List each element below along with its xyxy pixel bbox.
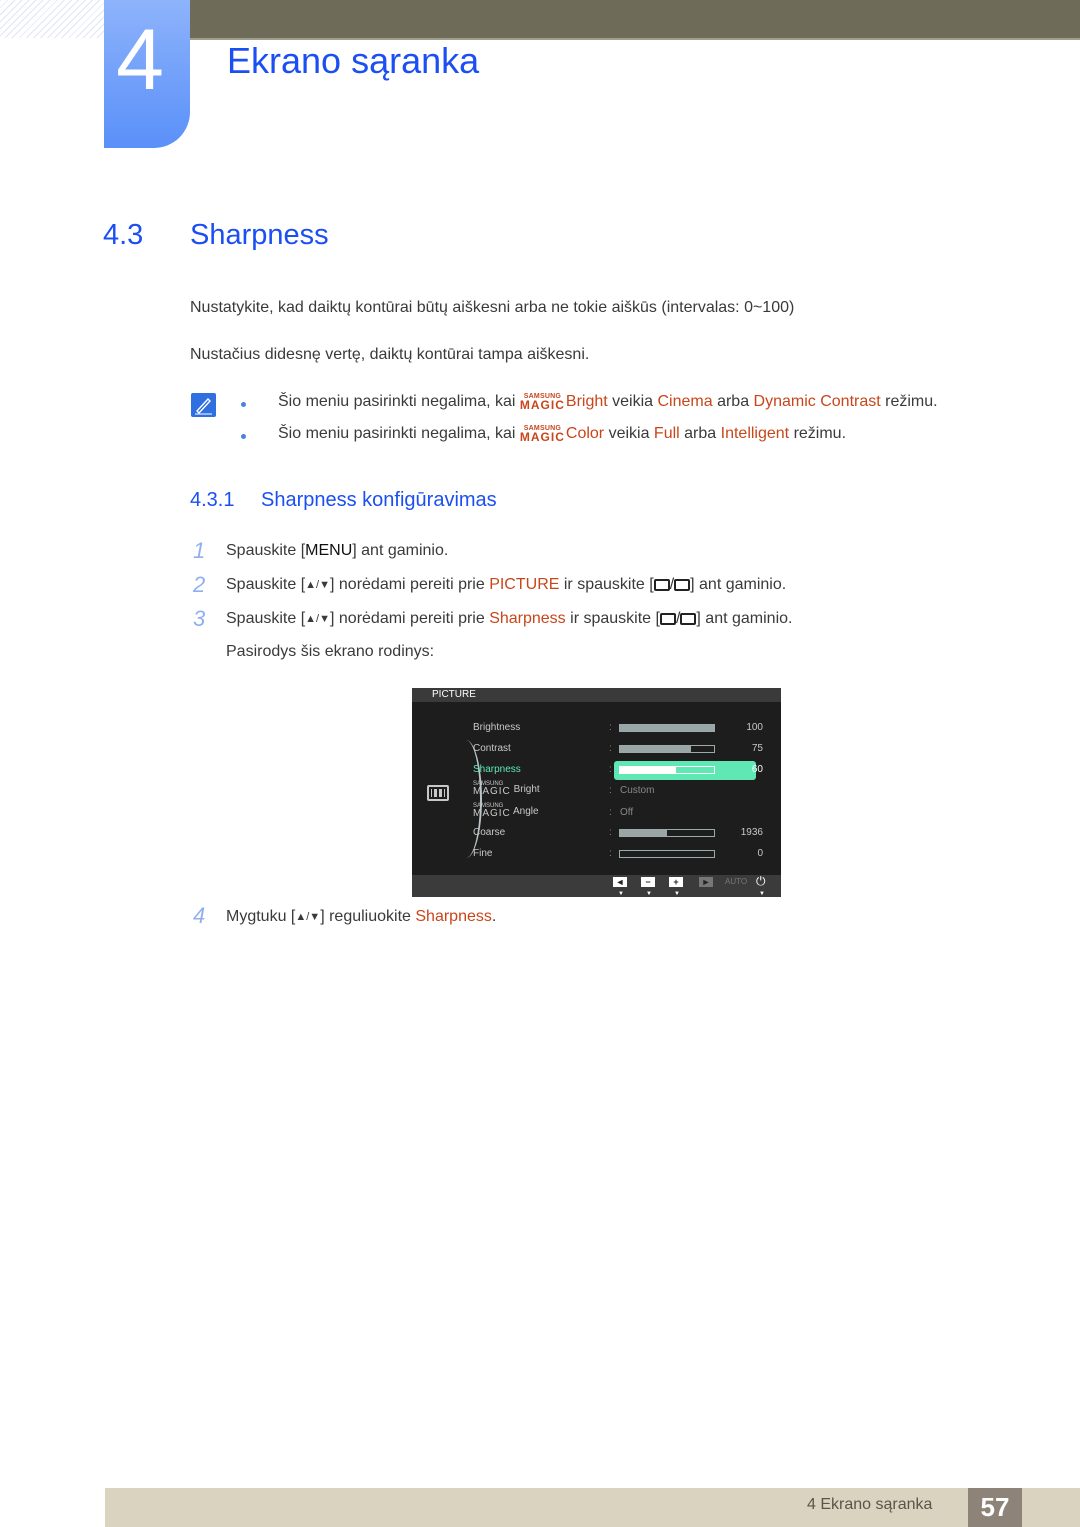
value-bar-fill — [620, 767, 677, 773]
osd-screenshot: PICTURE Brightness: 100 Contrast: 75 Sharpne… — [412, 688, 781, 897]
step-note: Pasirodys šis ekrano rodinys: — [226, 643, 435, 660]
chapter-title: Ekrano sąranka — [227, 40, 480, 81]
separator: : — [609, 722, 612, 733]
samsung-magic-logo: SAMSUNG MAGIC — [473, 803, 511, 819]
samsung-magic-logo: SAMSUNG MAGIC — [519, 393, 565, 412]
indicator-arrow: ▼ — [618, 891, 624, 897]
chapter-number: 4 — [116, 12, 164, 108]
source-key-icon — [659, 613, 676, 625]
osd-item-value: 75 — [751, 743, 763, 754]
value-bar — [619, 850, 715, 858]
step-number: 2 — [193, 572, 206, 597]
power-icon: ⏻ — [756, 874, 766, 888]
auto-label: AUTO — [725, 877, 748, 886]
up-down-arrow-icon: ▲/▼ — [305, 613, 330, 625]
bullet — [241, 402, 246, 407]
osd-item-value: Off — [620, 807, 634, 818]
osd-item-value: 60 — [751, 764, 763, 775]
separator: : — [609, 764, 612, 775]
osd-menu-item: SAMSUNG MAGIC Bright: Custom — [473, 781, 773, 801]
enter-key-icon — [674, 579, 691, 591]
step-text: Spauskite [▲/▼] norėdami pereiti prie Sh… — [226, 610, 793, 627]
step-text: Mygtuku [▲/▼] reguliuokite Sharpness. — [226, 908, 497, 925]
value-bar — [619, 829, 715, 837]
paragraph: Nustatykite, kad daiktų kontūrai būtų ai… — [190, 299, 795, 316]
osd-item-value: 0 — [757, 848, 763, 859]
plus-button-icon: + — [669, 877, 683, 887]
value-bar-fill — [620, 746, 691, 752]
note-item: Šio meniu pasirinkti negalima, kai SAMSU… — [278, 425, 847, 444]
osd-item-label: Contrast — [473, 743, 511, 754]
osd-item-value: 1936 — [740, 827, 763, 838]
menu-key: MENU — [305, 542, 353, 559]
osd-item-label: Fine — [473, 848, 493, 859]
note-icon — [191, 393, 216, 417]
value-bar — [619, 724, 715, 732]
osd-title: PICTURE — [432, 689, 476, 700]
page-footer — [105, 1488, 1080, 1527]
up-down-arrow-icon: ▲/▼ — [305, 579, 330, 591]
step-number: 3 — [193, 606, 206, 631]
footer-chapter-label: 4 Ekrano sąranka — [807, 1496, 933, 1513]
value-bar-fill — [620, 725, 714, 731]
indicator-arrow: ▼ — [674, 891, 680, 897]
step-text: Spauskite [▲/▼] norėdami pereiti prie PI… — [226, 576, 787, 593]
osd-item-label: Brightness — [473, 722, 521, 733]
separator: : — [609, 807, 612, 818]
step-number: 1 — [193, 538, 206, 563]
value-bar — [619, 766, 715, 774]
separator: : — [609, 848, 612, 859]
page-number: 57 — [968, 1488, 1022, 1527]
left-button-icon: ◄ — [613, 877, 627, 887]
section-title: Sharpness — [190, 219, 329, 251]
osd-item-value: Custom — [620, 785, 655, 796]
note-item: Šio meniu pasirinkti negalima, kai SAMSU… — [278, 393, 938, 412]
samsung-magic-logo: SAMSUNG MAGIC — [473, 781, 511, 797]
separator: : — [609, 785, 612, 796]
subsection-title: Sharpness konfigūravimas — [261, 489, 497, 511]
osd-item-label: SAMSUNG MAGIC Angle — [473, 803, 539, 819]
step-text: Spauskite [MENU] ant gaminio. — [226, 542, 449, 559]
osd-menu-item: Sharpness: 60 — [473, 761, 773, 780]
osd-item-label: Coarse — [473, 827, 506, 838]
header-hatch-pattern — [0, 0, 104, 38]
section-number: 4.3 — [103, 219, 144, 251]
osd-menu-item: Contrast: 75 — [473, 741, 773, 759]
osd-menu-item: Coarse: 1936 — [473, 825, 773, 843]
subsection-number: 4.3.1 — [190, 489, 235, 511]
osd-item-label: SAMSUNG MAGIC Bright — [473, 781, 540, 797]
paragraph: Nustačius didesnę vertę, daiktų kontūrai… — [190, 346, 590, 363]
osd-menu-item: Brightness: 100 — [473, 720, 773, 738]
osd-item-value: 100 — [746, 722, 763, 733]
bullet — [241, 434, 246, 439]
enter-key-icon — [680, 613, 697, 625]
minus-button-icon: − — [641, 877, 655, 887]
osd-header: PICTURE — [412, 688, 781, 702]
osd-menu-item: SAMSUNG MAGIC Angle: Off — [473, 803, 773, 823]
osd-item-label: Sharpness — [473, 764, 521, 775]
indicator-arrow: ▼ — [646, 891, 652, 897]
osd-menu-item: Fine: 0 — [473, 846, 773, 864]
samsung-magic-logo: SAMSUNG MAGIC — [519, 425, 565, 444]
value-bar-fill — [620, 830, 667, 836]
indicator-arrow: ▼ — [759, 891, 765, 897]
step-number: 4 — [193, 903, 206, 928]
source-key-icon — [653, 579, 670, 591]
separator: : — [609, 743, 612, 754]
picture-menu-icon — [427, 785, 449, 801]
value-bar — [619, 745, 715, 753]
header-bar — [190, 0, 1080, 40]
up-down-arrow-icon: ▲/▼ — [295, 911, 321, 923]
play-button-icon: ► — [699, 877, 713, 887]
separator: : — [609, 827, 612, 838]
